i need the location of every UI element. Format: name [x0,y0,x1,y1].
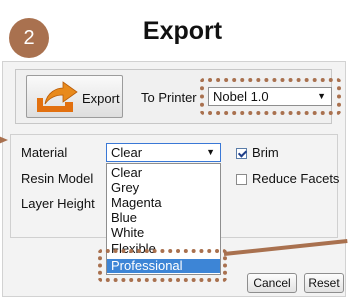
material-select-value: Clear [111,145,143,160]
brim-checkbox[interactable] [236,148,247,159]
material-select[interactable]: Clear ▼ [106,143,221,162]
to-printer-label: To Printer [141,90,197,105]
printer-select[interactable]: Nobel 1.0 ▼ [208,87,332,106]
cancel-button[interactable]: Cancel [247,273,297,293]
dialog-title: Export [142,17,223,45]
material-option-magenta[interactable]: Magenta [107,196,220,210]
brim-label: Brim [252,145,279,160]
printer-select-value: Nobel 1.0 [213,89,269,104]
export-button-label: Export [82,91,120,106]
reset-button[interactable]: Reset [304,273,344,293]
layer-height-label: Layer Height [21,196,95,211]
export-button[interactable]: Export [26,75,123,118]
chevron-down-icon: ▼ [317,91,326,101]
material-option-white[interactable]: White [107,226,220,240]
material-label: Material [21,145,68,160]
chevron-down-icon: ▼ [206,147,215,157]
professional-highlight [98,249,227,282]
material-option-clear[interactable]: Clear [107,166,220,180]
export-arrow-icon [37,81,78,112]
material-option-grey[interactable]: Grey [107,181,220,195]
reduce-facets-checkbox[interactable] [236,174,247,185]
step-number-badge: 2 [9,18,49,58]
material-option-blue[interactable]: Blue [107,211,220,225]
resin-model-label: Resin Model [21,171,94,186]
reduce-facets-label: Reduce Facets [252,171,340,186]
